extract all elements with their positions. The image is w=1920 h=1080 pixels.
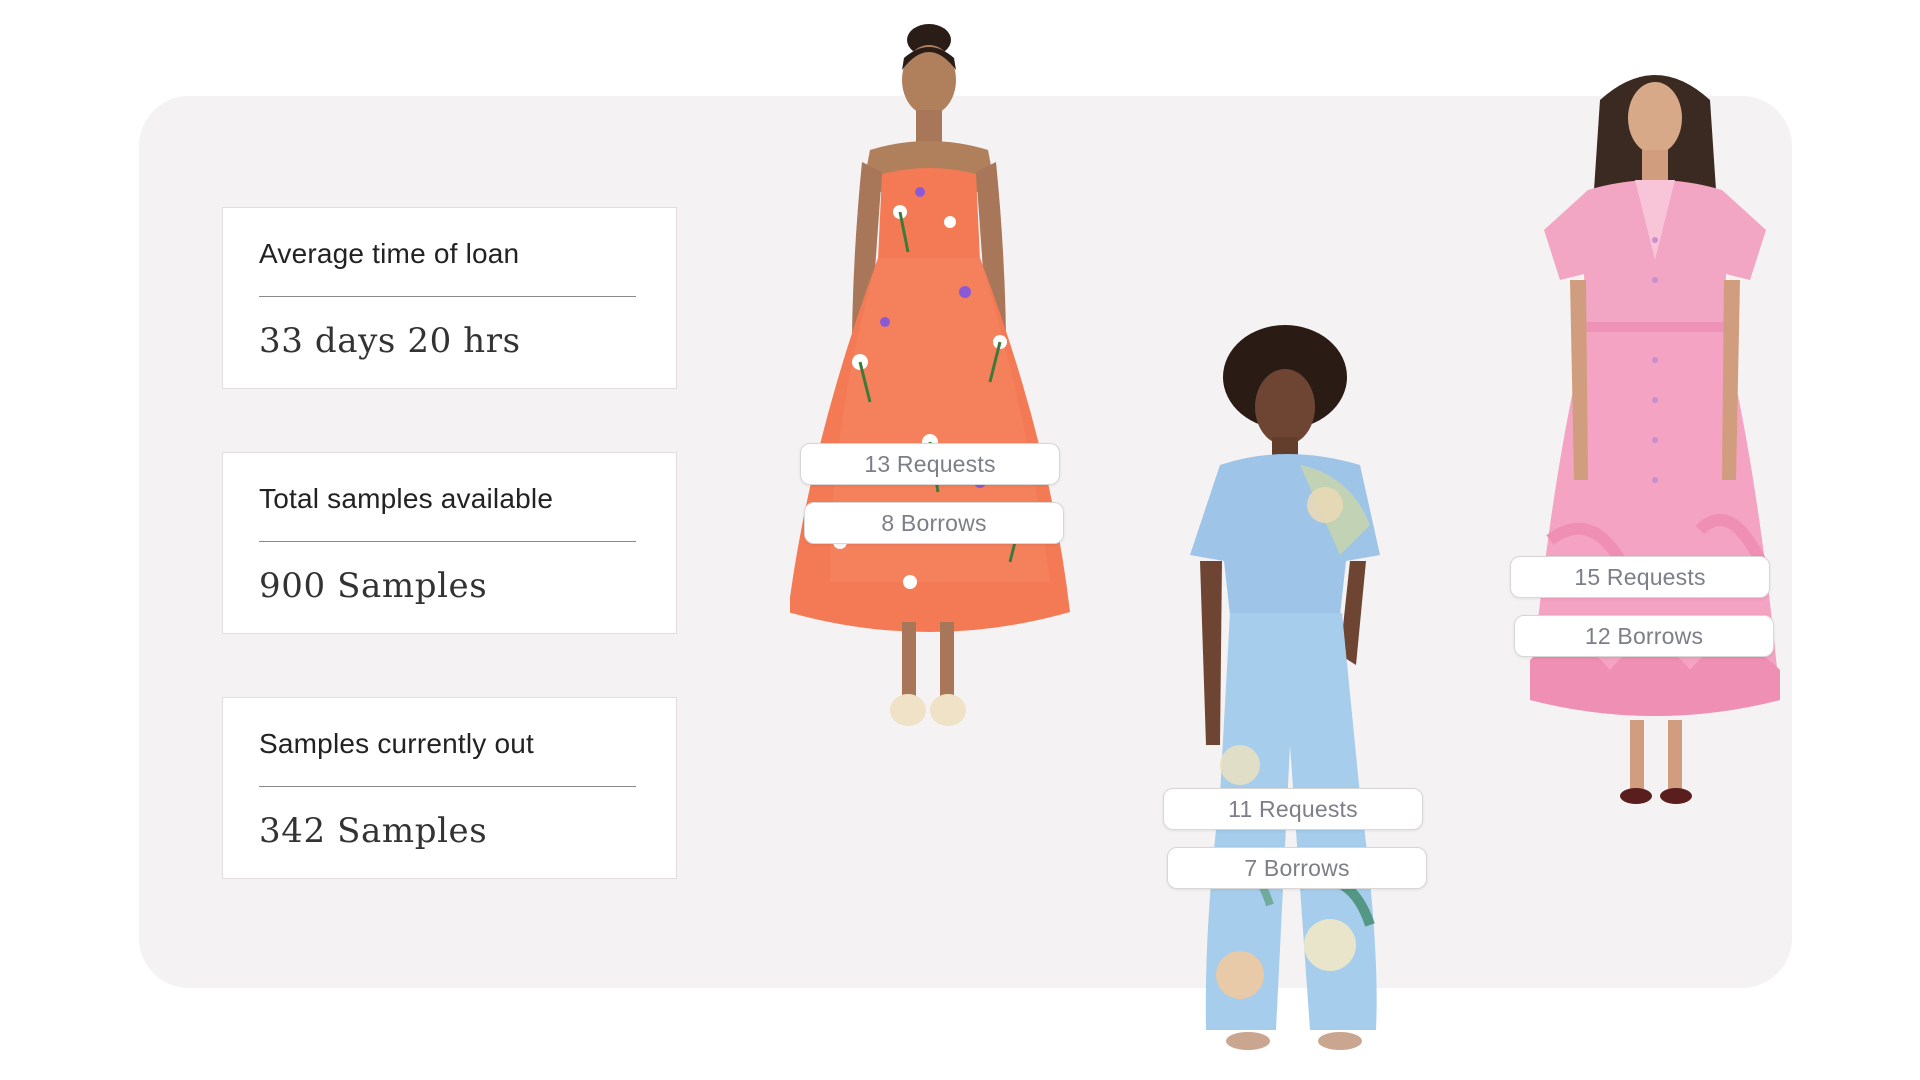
sample-analytics-canvas: Average time of loan 33 days 20 hrs Tota… [0, 0, 1920, 1080]
product-image-pink-dress[interactable] [1530, 60, 1780, 810]
borrows-badge: 8 Borrows [804, 502, 1064, 544]
stat-card-average-loan-time: Average time of loan 33 days 20 hrs [222, 207, 677, 389]
stat-card-samples-out: Samples currently out 342 Samples [222, 697, 677, 879]
stat-divider [259, 296, 636, 297]
product-image-blue-jumpsuit[interactable] [1180, 325, 1430, 1060]
stat-value: 900 Samples [259, 566, 488, 606]
stat-value: 33 days 20 hrs [259, 321, 521, 361]
product-image-orange-dress[interactable] [790, 22, 1090, 737]
borrows-badge: 7 Borrows [1167, 847, 1427, 889]
stat-divider [259, 786, 636, 787]
borrows-badge: 12 Borrows [1514, 615, 1774, 657]
requests-badge: 13 Requests [800, 443, 1060, 485]
stat-divider [259, 541, 636, 542]
stat-label: Total samples available [259, 483, 554, 514]
stat-card-total-samples: Total samples available 900 Samples [222, 452, 677, 634]
requests-badge: 15 Requests [1510, 556, 1770, 598]
stat-label: Samples currently out [259, 728, 534, 759]
stat-label: Average time of loan [259, 238, 520, 269]
requests-badge: 11 Requests [1163, 788, 1423, 830]
stat-value: 342 Samples [259, 811, 488, 851]
